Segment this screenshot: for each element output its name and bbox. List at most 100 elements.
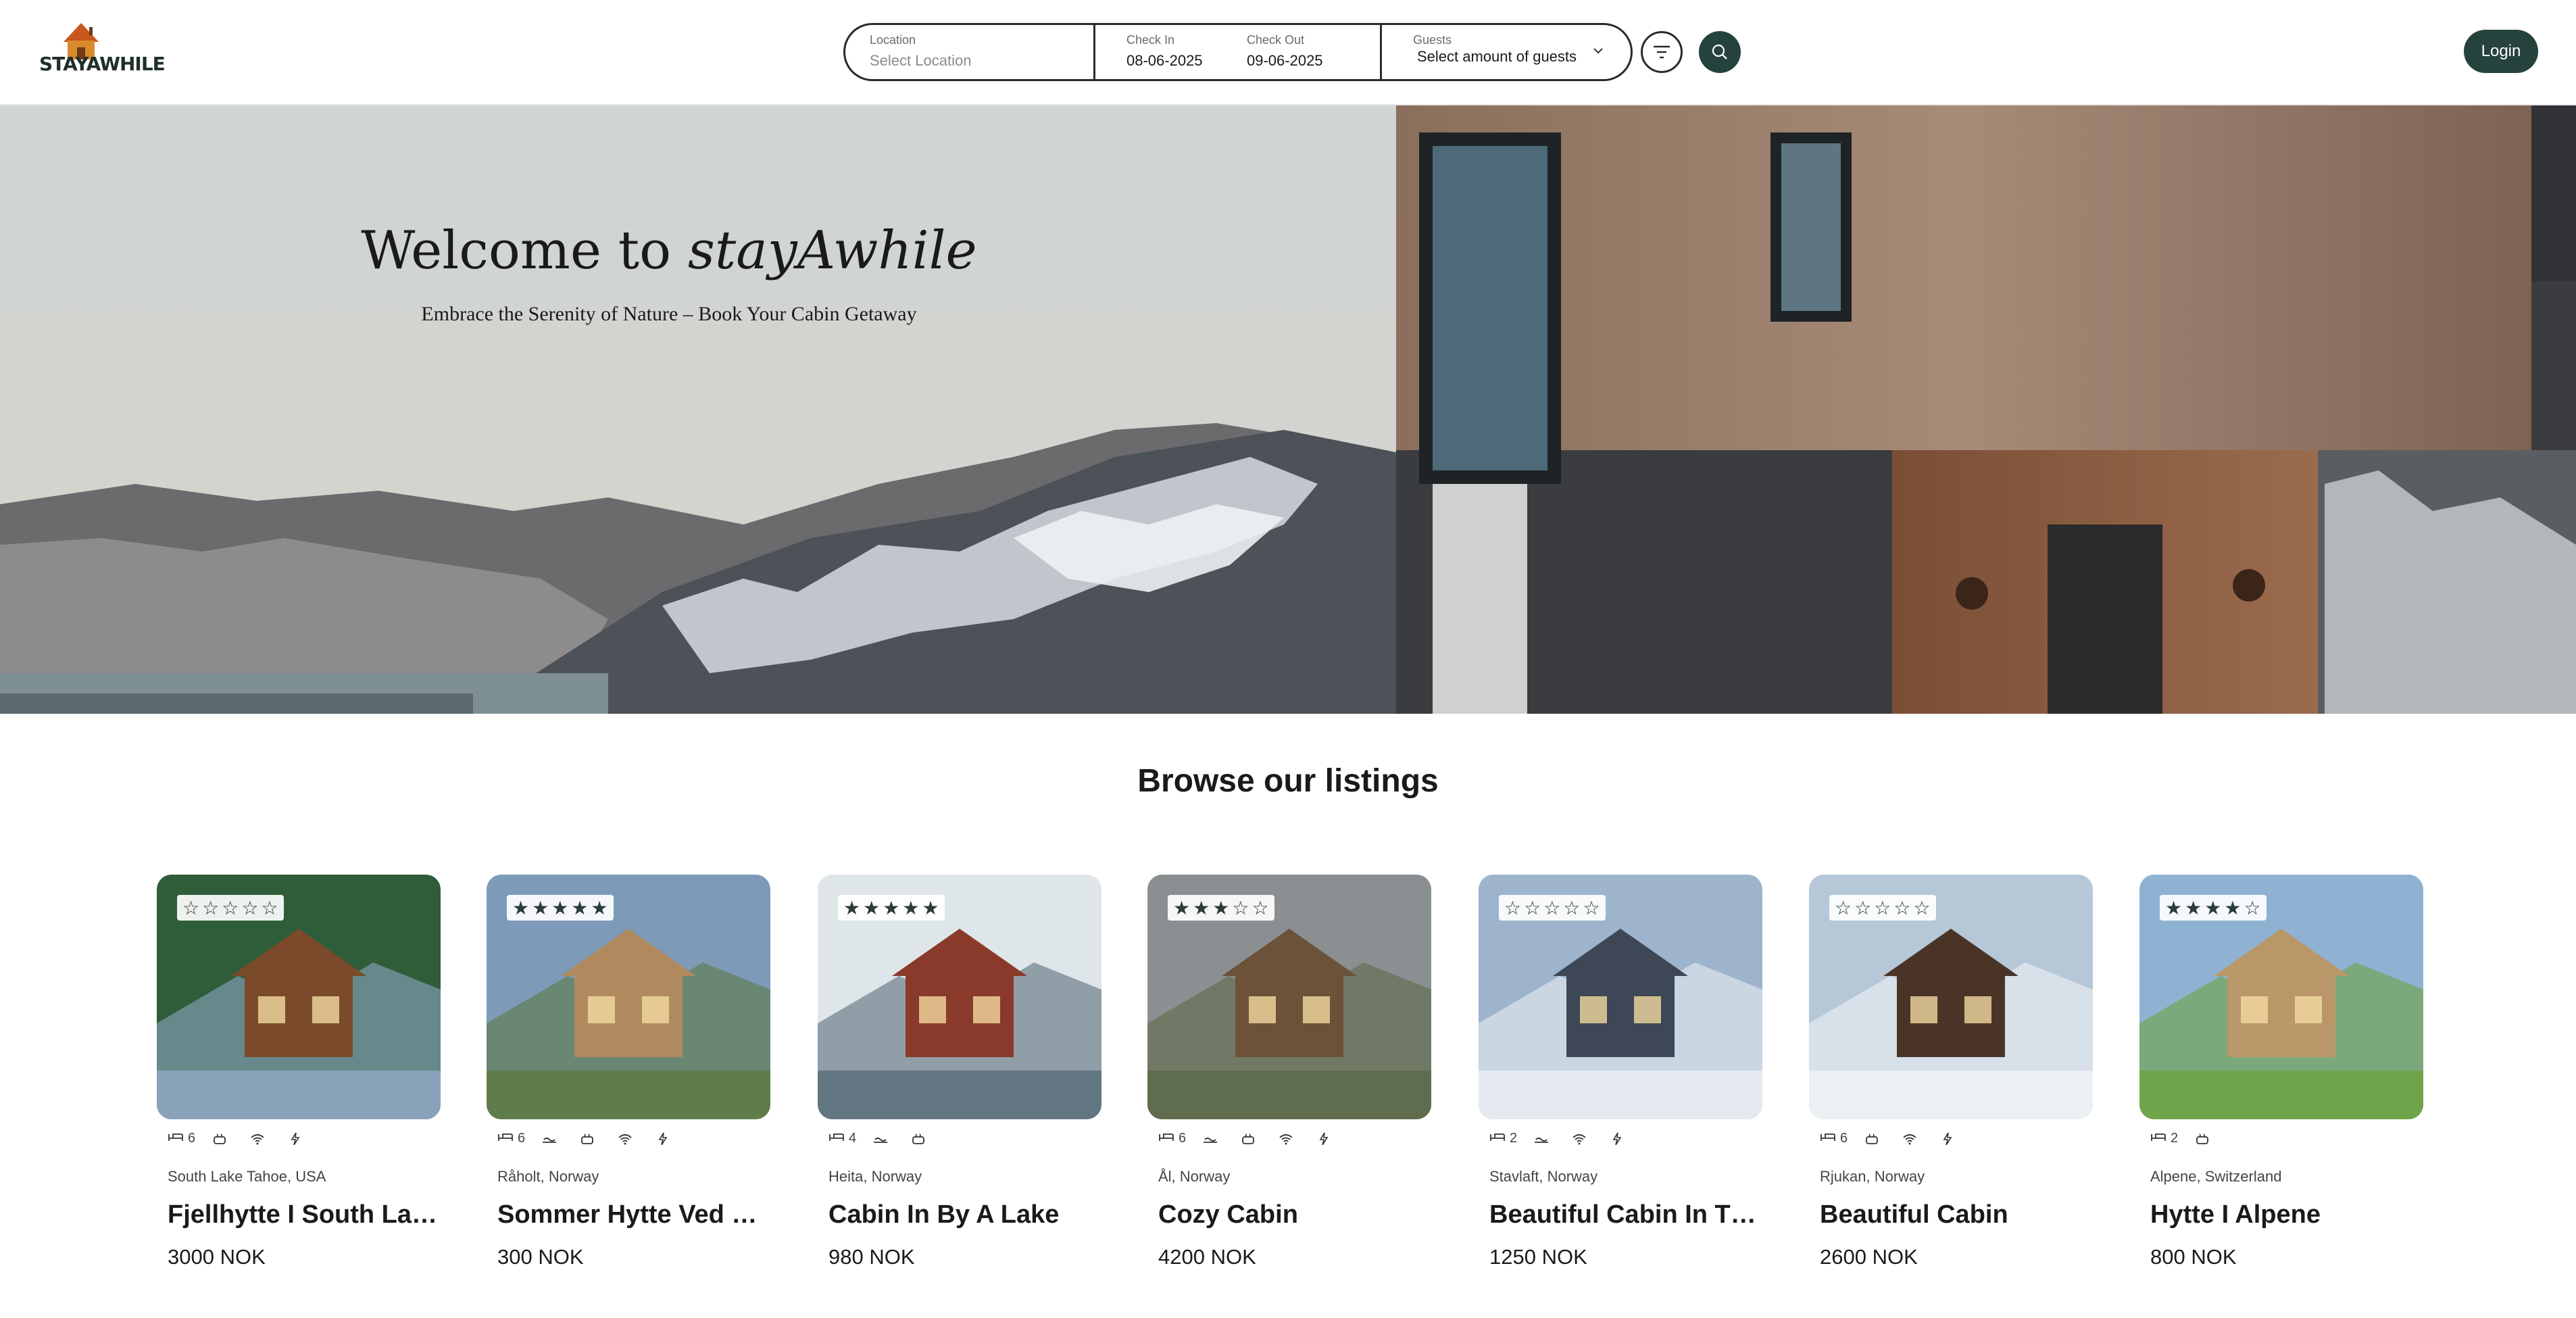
- star-filled-icon: ★: [1193, 897, 1210, 919]
- star-filled-icon: ★: [1212, 897, 1230, 919]
- sauna-icon: [1204, 1138, 1218, 1143]
- rating-stars: ☆ ☆ ☆ ☆ ☆: [1829, 895, 1936, 921]
- amenities-row: 2: [2150, 1126, 2227, 1150]
- hottub-icon: [1242, 1133, 1255, 1144]
- listing-title[interactable]: Fjellhytte I South Lake Tahoe: [168, 1200, 438, 1229]
- star-empty-icon: ☆: [2244, 897, 2261, 919]
- hottub-icon: [1866, 1133, 1879, 1144]
- listing-card[interactable]: ★★★★★6Råholt, NorwaySommer Hytte Ved Hav…: [487, 875, 770, 1280]
- hottub-icon: [214, 1133, 226, 1144]
- listing-title[interactable]: Sommer Hytte Ved Havet: [497, 1200, 768, 1229]
- listing-price: 1250 NOK: [1489, 1245, 1587, 1269]
- star-filled-icon: ★: [512, 897, 530, 919]
- guests-select[interactable]: Guests Select amount of guests: [1382, 25, 1631, 79]
- star-empty-icon: ☆: [1835, 897, 1852, 919]
- bed-icon: [498, 1133, 513, 1141]
- sauna-icon: [1535, 1138, 1549, 1143]
- star-filled-icon: ★: [883, 897, 900, 919]
- bed-icon: [168, 1133, 183, 1141]
- electricity-icon: [291, 1132, 300, 1145]
- listing-location: Stavlaft, Norway: [1489, 1168, 1598, 1185]
- listing-card[interactable]: ★ ★ ★ ☆ ☆ 6 Ål, Norway Cozy Cabin 4200 NOK: [1147, 875, 1431, 1280]
- rating-stars: ★ ★ ★ ☆ ☆: [1168, 895, 1274, 921]
- top-nav: STAYAWHILE Location Select Location Chec…: [0, 0, 2576, 105]
- guests-value[interactable]: Select amount of guests: [1417, 48, 1577, 66]
- listing-title[interactable]: Hytte I Alpene: [2150, 1200, 2421, 1229]
- hero-title-brand: stayAwhile: [687, 220, 977, 281]
- star-empty-icon: ☆: [202, 897, 220, 919]
- listing-title[interactable]: Cabin In By A Lake: [828, 1200, 1099, 1229]
- amenities-row: 6: [497, 1126, 687, 1150]
- star-empty-icon: ☆: [1524, 897, 1541, 919]
- electricity-icon: [1612, 1132, 1622, 1145]
- listing-image[interactable]: ★ ★ ★ ★ ★: [487, 875, 770, 1119]
- amenities-row: 6: [1820, 1126, 1972, 1150]
- star-filled-icon: ★: [571, 897, 589, 919]
- listing-price: 2600 NOK: [1820, 1245, 1918, 1269]
- hero-banner: Welcome to stayAwhile Embrace the Sereni…: [0, 105, 2576, 714]
- bed-icon: [1490, 1133, 1505, 1141]
- listing-image[interactable]: ★ ★ ★ ★ ★: [818, 875, 1101, 1119]
- star-filled-icon: ★: [902, 897, 920, 919]
- hero-title-prefix: Welcome to: [361, 220, 688, 281]
- location-label: Location: [870, 33, 916, 47]
- listing-card[interactable]: ★ ★ ★ ★ ★ 4 Heita, Norway Cabin In By A Lake 980…: [818, 875, 1101, 1280]
- star-filled-icon: ★: [532, 897, 549, 919]
- bed-icon: [1159, 1133, 1174, 1141]
- listing-card[interactable]: ★ ★ ★ ★ ☆ 2 Alpene, Switzerland Hytte I Alpene 8…: [2139, 875, 2423, 1280]
- bed-count: 2: [1510, 1130, 1518, 1146]
- wifi-icon: [1903, 1134, 1916, 1145]
- star-filled-icon: ★: [922, 897, 939, 919]
- electricity-icon: [1319, 1132, 1329, 1145]
- listing-card[interactable]: ☆ ☆ ☆ ☆ ☆ 6 Rjukan, Norway Beautiful Cabin 2600 …: [1809, 875, 2093, 1280]
- star-filled-icon: ★: [2224, 897, 2241, 919]
- listing-card[interactable]: ☆ ☆ ☆ ☆ ☆ 6 South Lake Tahoe, USA Fjellhytte I …: [157, 875, 441, 1280]
- listing-location: Heita, Norway: [828, 1168, 922, 1185]
- star-filled-icon: ★: [2165, 897, 2183, 919]
- star-empty-icon: ☆: [222, 897, 239, 919]
- listing-location: South Lake Tahoe, USA: [168, 1168, 326, 1185]
- hero-image: [0, 105, 2576, 714]
- listing-title[interactable]: Beautiful Cabin In The Mountains: [1489, 1200, 1760, 1229]
- bed-count: 4: [849, 1130, 857, 1146]
- listing-image[interactable]: ★ ★ ★ ★ ☆: [2139, 875, 2423, 1119]
- filter-button[interactable]: [1641, 31, 1683, 73]
- search-button[interactable]: [1699, 31, 1741, 73]
- amenities-row: 6: [168, 1126, 320, 1150]
- login-button[interactable]: Login: [2464, 30, 2538, 73]
- amenities-row: 2: [1489, 1126, 1641, 1150]
- star-empty-icon: ☆: [241, 897, 259, 919]
- checkin-input[interactable]: 08-06-2025: [1126, 52, 1203, 70]
- listing-image[interactable]: ☆ ☆ ☆ ☆ ☆: [1479, 875, 1762, 1119]
- star-empty-icon: ☆: [1583, 897, 1600, 919]
- location-field[interactable]: Location Select Location: [845, 25, 1095, 79]
- wifi-icon: [1279, 1134, 1293, 1145]
- bed-count: 6: [518, 1130, 526, 1146]
- star-filled-icon: ★: [2204, 897, 2222, 919]
- brand-name[interactable]: STAYAWHILE: [39, 53, 166, 75]
- checkout-label: Check Out: [1247, 33, 1305, 47]
- listing-image[interactable]: ☆ ☆ ☆ ☆ ☆: [1809, 875, 2093, 1119]
- listing-image[interactable]: ★ ★ ★ ☆ ☆: [1147, 875, 1431, 1119]
- listing-title[interactable]: Beautiful Cabin: [1820, 1200, 2090, 1229]
- location-placeholder[interactable]: Select Location: [870, 52, 971, 70]
- amenities-row: 4: [828, 1126, 943, 1150]
- star-filled-icon: ★: [1173, 897, 1191, 919]
- rating-stars: ★ ★ ★ ★ ★: [507, 895, 614, 921]
- star-empty-icon: ☆: [1913, 897, 1931, 919]
- wifi-icon: [251, 1134, 264, 1145]
- wifi-icon: [618, 1134, 632, 1145]
- star-empty-icon: ☆: [182, 897, 200, 919]
- bed-icon: [2151, 1133, 2166, 1141]
- star-filled-icon: ★: [2185, 897, 2202, 919]
- listing-location: Alpene, Switzerland: [2150, 1168, 2282, 1185]
- listing-card[interactable]: ☆ ☆ ☆ ☆ ☆ 2 Stavlaft, Norway Beautiful Cabin In…: [1479, 875, 1762, 1280]
- rating-stars: ★ ★ ★ ★ ☆: [2160, 895, 2267, 921]
- checkout-input[interactable]: 09-06-2025: [1247, 52, 1323, 70]
- listing-image[interactable]: ☆ ☆ ☆ ☆ ☆: [157, 875, 441, 1119]
- hottub-icon: [2196, 1133, 2209, 1144]
- star-empty-icon: ☆: [1504, 897, 1522, 919]
- search-bar: Location Select Location Check In 08-06-…: [843, 23, 1633, 81]
- listing-title[interactable]: Cozy Cabin: [1158, 1200, 1429, 1229]
- listing-price: 800 NOK: [2150, 1245, 2237, 1269]
